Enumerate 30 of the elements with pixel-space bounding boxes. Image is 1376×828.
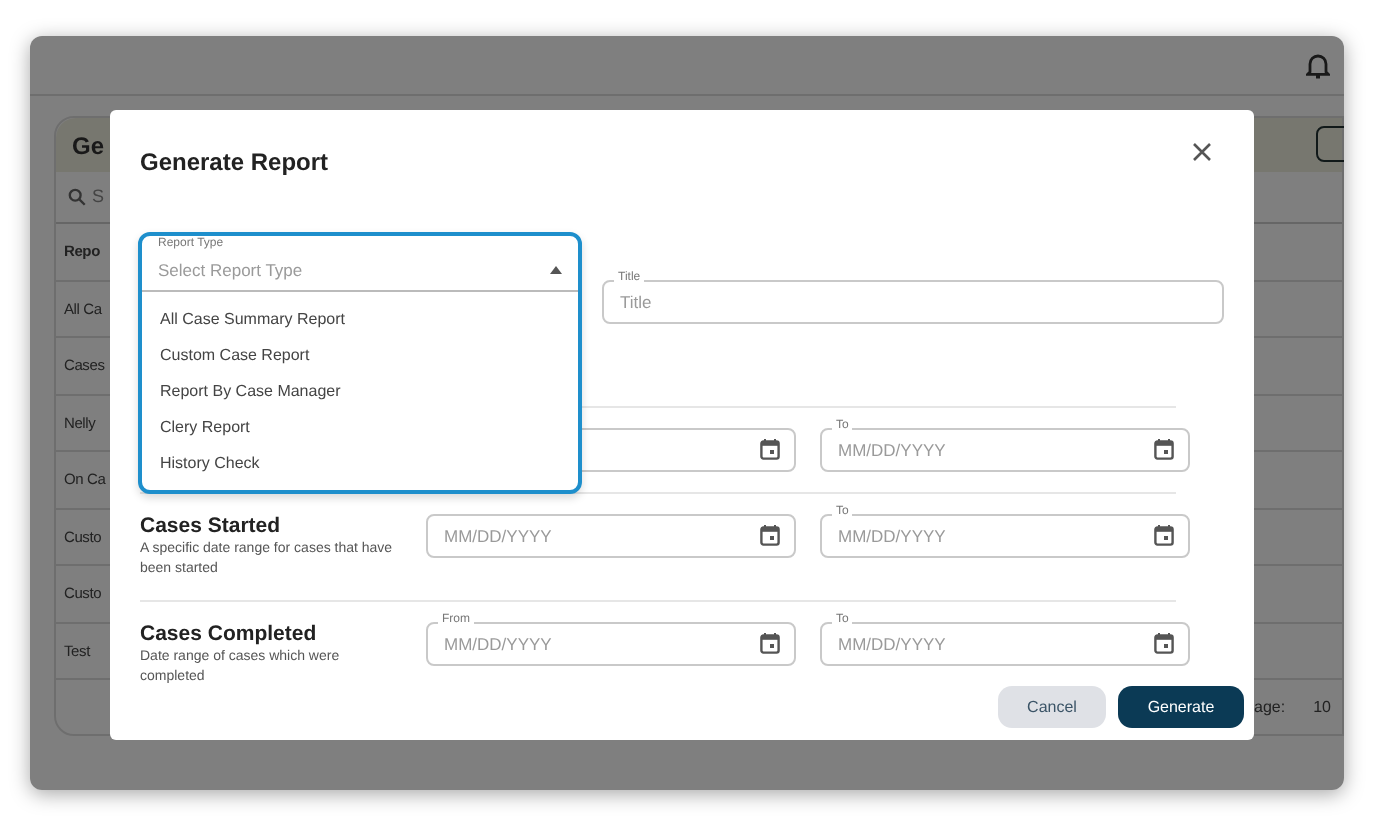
date-field[interactable]: MM/DD/YYYY — [426, 622, 796, 666]
generate-button[interactable]: Generate — [1118, 686, 1244, 728]
calendar-icon[interactable] — [1154, 632, 1174, 654]
rows-per-page-label: age: — [1254, 696, 1286, 720]
modal-title: Generate Report — [140, 148, 329, 177]
bell-icon[interactable] — [1306, 51, 1330, 79]
page-heading: Ge — [72, 129, 105, 163]
dropdown-option[interactable]: History Check — [142, 446, 578, 482]
close-icon[interactable] — [1190, 140, 1214, 164]
dropdown-option[interactable]: Report By Case Manager — [142, 374, 578, 410]
date-field[interactable]: MM/DD/YYYY — [820, 622, 1190, 666]
search-icon — [68, 188, 86, 206]
section-title: Cases Started — [140, 514, 283, 538]
calendar-icon[interactable] — [760, 524, 780, 546]
rows-per-page-value[interactable]: 10 — [1313, 696, 1331, 720]
report-type-select[interactable]: Select Report Type — [142, 248, 578, 292]
calendar-icon[interactable] — [1154, 524, 1174, 546]
title-field[interactable]: Title — [602, 280, 1224, 324]
dropdown-option[interactable]: Clery Report — [142, 410, 578, 446]
section-title: Cases Completed — [140, 622, 319, 646]
date-field[interactable]: MM/DD/YYYY — [426, 514, 796, 558]
caret-icon[interactable] — [550, 266, 562, 274]
calendar-icon[interactable] — [760, 632, 780, 654]
date-field[interactable]: MM/DD/YYYY — [820, 514, 1190, 558]
date-field[interactable]: MM/DD/YYYY — [820, 428, 1190, 472]
cancel-button[interactable]: Cancel — [998, 686, 1106, 728]
dropdown-option[interactable]: All Case Summary Report — [142, 302, 578, 338]
dropdown-option[interactable]: Custom Case Report — [142, 338, 578, 374]
calendar-icon[interactable] — [1154, 438, 1174, 460]
calendar-icon[interactable] — [760, 438, 780, 460]
